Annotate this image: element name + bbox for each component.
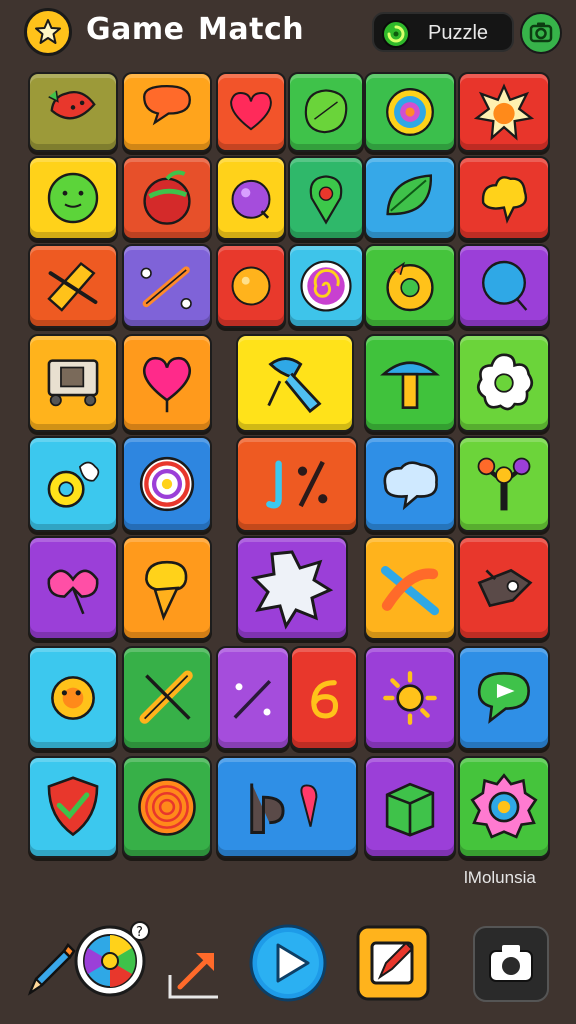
bottom-toolbar: ? <box>0 905 576 1024</box>
pencil-icon[interactable] <box>22 939 76 1001</box>
play-icon[interactable] <box>248 923 328 1003</box>
edit-icon[interactable] <box>356 925 430 1001</box>
tile-plum[interactable] <box>216 156 286 240</box>
tile-balloon[interactable] <box>458 244 550 328</box>
tile-heart[interactable] <box>216 72 286 152</box>
tile-speech-heart[interactable] <box>122 72 212 152</box>
tile-leaf[interactable] <box>364 156 456 240</box>
tile-slingshot[interactable] <box>122 244 212 328</box>
tile-ring-splash[interactable] <box>28 436 118 532</box>
tile-apple[interactable] <box>122 156 212 240</box>
export-icon[interactable] <box>166 941 222 1001</box>
tile-orange-ball[interactable] <box>216 244 286 328</box>
tile-shield[interactable] <box>28 756 118 858</box>
tile-swirl-candy[interactable] <box>122 436 212 532</box>
tile-gear[interactable] <box>458 756 550 858</box>
tile-joystick[interactable] <box>458 436 550 532</box>
tile-sun-gear[interactable] <box>28 646 118 750</box>
tile-donut[interactable] <box>364 244 456 328</box>
tile-d-letter[interactable] <box>216 756 358 858</box>
tile-flag-bubble[interactable] <box>458 646 550 750</box>
tile-spiral[interactable] <box>122 756 212 858</box>
tile-cart[interactable] <box>28 334 118 432</box>
tile-baton[interactable] <box>122 646 212 750</box>
tile-map-pin[interactable] <box>288 156 364 240</box>
tile-cloud-bubble[interactable] <box>364 436 456 532</box>
tile-percent-purple[interactable] <box>216 646 290 750</box>
tile-cube[interactable] <box>364 756 456 858</box>
tile-cross-sticks[interactable] <box>28 244 118 328</box>
tile-flame[interactable] <box>458 156 550 240</box>
tile-star-burst[interactable] <box>236 536 348 640</box>
tile-burst[interactable] <box>458 72 550 152</box>
tile-six[interactable] <box>290 646 358 750</box>
tile-heart-balloon[interactable] <box>122 334 212 432</box>
tile-rocket[interactable] <box>458 536 550 640</box>
tile-crossed-bones[interactable] <box>364 536 456 640</box>
tile-percent[interactable] <box>236 436 358 532</box>
tile-target[interactable] <box>364 72 456 152</box>
watermark: lMolunsia <box>464 868 536 887</box>
tile-pink-bow[interactable] <box>28 536 118 640</box>
tile-lollipop-swirl[interactable] <box>288 244 364 328</box>
game-board <box>0 0 576 880</box>
camera-icon[interactable] <box>472 925 550 1003</box>
wheel-icon[interactable]: ? <box>72 921 150 999</box>
tile-mushroom[interactable] <box>364 334 456 432</box>
tile-ice-cream[interactable] <box>122 536 212 640</box>
svg-text:?: ? <box>136 925 143 940</box>
tile-hammer[interactable] <box>236 334 354 432</box>
tile-leaf-blob[interactable] <box>288 72 364 152</box>
tile-green-ball[interactable] <box>28 156 118 240</box>
tile-flower[interactable] <box>458 334 550 432</box>
tile-sun-ring[interactable] <box>364 646 456 750</box>
tile-strawberry[interactable] <box>28 72 118 152</box>
